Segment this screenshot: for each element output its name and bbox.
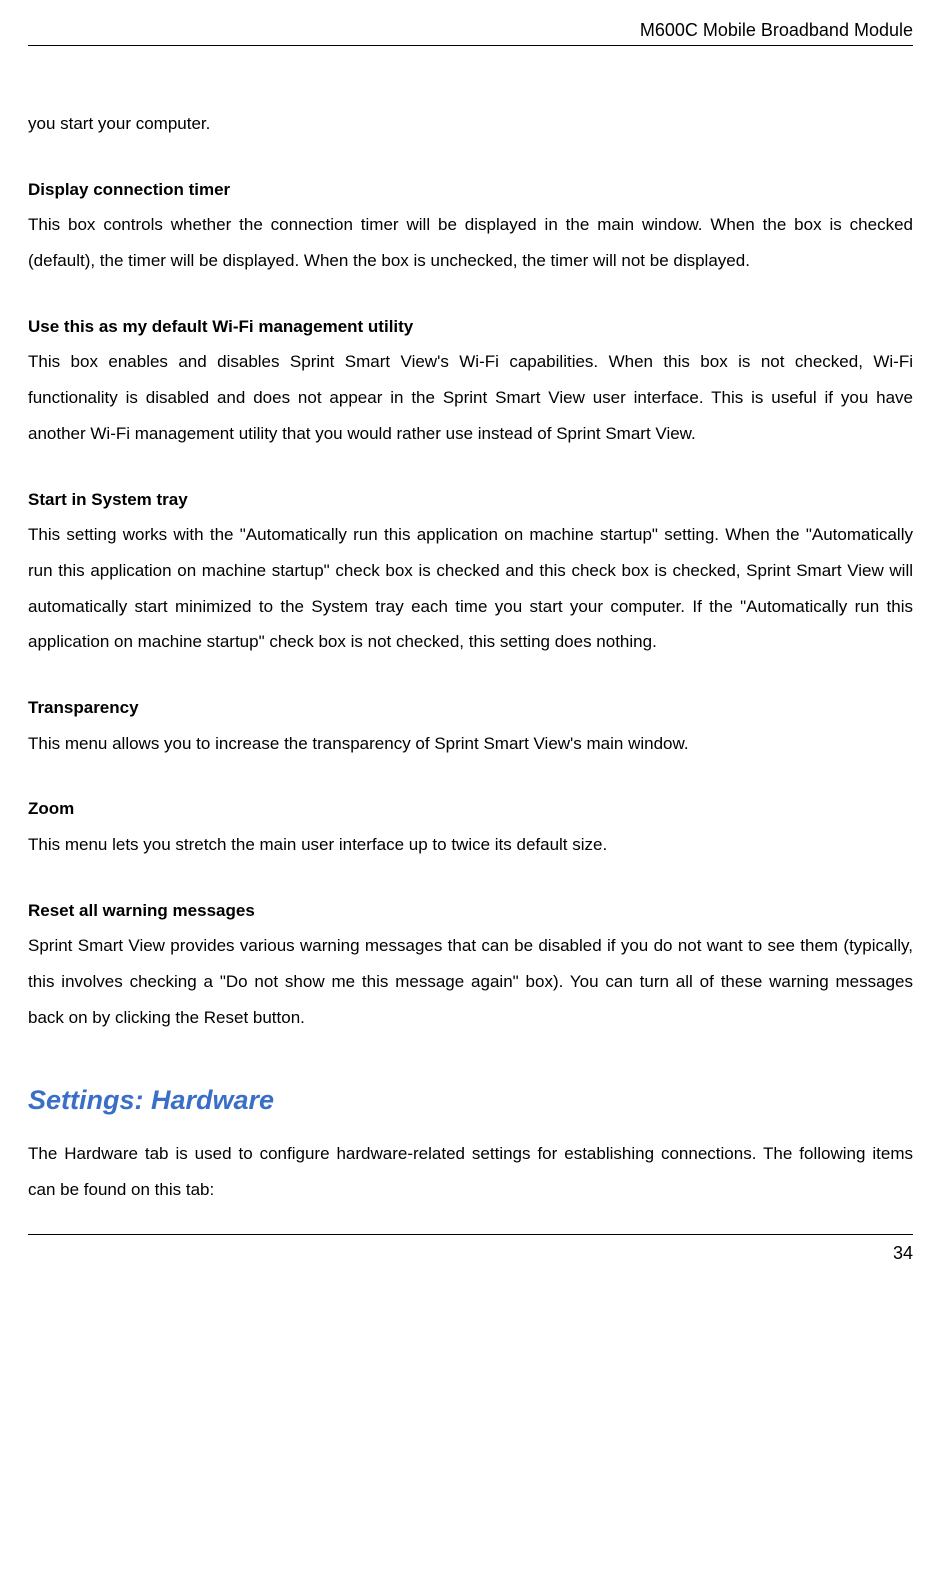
section-zoom: Zoom This menu lets you stretch the main…	[28, 791, 913, 862]
section-default-wifi-utility: Use this as my default Wi-Fi management …	[28, 309, 913, 452]
header-divider	[28, 45, 913, 46]
section-heading: Transparency	[28, 690, 913, 726]
chapter-intro-text: The Hardware tab is used to configure ha…	[28, 1136, 913, 1207]
section-body: This box controls whether the connection…	[28, 207, 913, 278]
section-body: This box enables and disables Sprint Sma…	[28, 344, 913, 451]
page-number: 34	[28, 1243, 913, 1264]
section-heading: Use this as my default Wi-Fi management …	[28, 309, 913, 345]
section-heading: Display connection timer	[28, 172, 913, 208]
section-reset-warnings: Reset all warning messages Sprint Smart …	[28, 893, 913, 1036]
section-body: This menu lets you stretch the main user…	[28, 827, 913, 863]
section-body: Sprint Smart View provides various warni…	[28, 928, 913, 1035]
chapter-heading-settings-hardware: Settings: Hardware	[28, 1085, 913, 1116]
section-transparency: Transparency This menu allows you to inc…	[28, 690, 913, 761]
document-page: M600C Mobile Broadband Module you start …	[0, 0, 941, 1284]
section-heading: Zoom	[28, 791, 913, 827]
section-body: This setting works with the "Automatical…	[28, 517, 913, 660]
section-display-connection-timer: Display connection timer This box contro…	[28, 172, 913, 279]
section-body: This menu allows you to increase the tra…	[28, 726, 913, 762]
section-heading: Start in System tray	[28, 482, 913, 518]
section-start-system-tray: Start in System tray This setting works …	[28, 482, 913, 660]
document-header-title: M600C Mobile Broadband Module	[28, 20, 913, 45]
section-heading: Reset all warning messages	[28, 893, 913, 929]
footer-divider	[28, 1234, 913, 1235]
intro-fragment-text: you start your computer.	[28, 106, 913, 142]
